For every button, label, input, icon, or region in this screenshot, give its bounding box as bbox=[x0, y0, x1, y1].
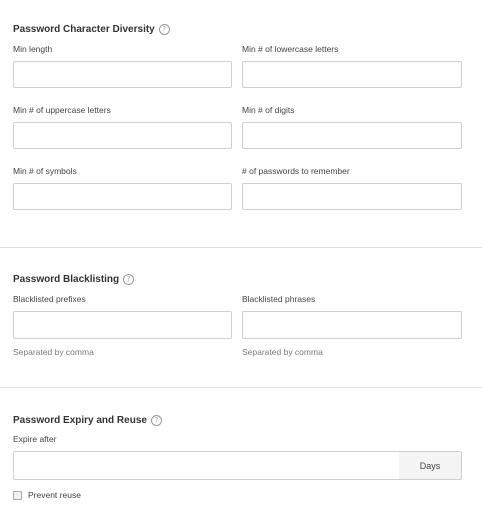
passwords-remember-input[interactable] bbox=[242, 183, 462, 210]
min-symbols-input[interactable] bbox=[13, 183, 232, 210]
min-uppercase-input[interactable] bbox=[13, 122, 232, 149]
question-circle-icon[interactable]: ? bbox=[123, 274, 135, 285]
diversity-title-text: Password Character Diversity bbox=[13, 24, 155, 35]
blacklisted-prefixes-label: Blacklisted prefixes bbox=[13, 294, 86, 304]
min-lowercase-label: Min # of lowercase letters bbox=[242, 44, 339, 54]
min-lowercase-input[interactable] bbox=[242, 61, 462, 88]
min-length-label: Min length bbox=[13, 44, 53, 54]
prevent-reuse-checkbox[interactable] bbox=[13, 490, 22, 500]
expiry-title-text: Password Expiry and Reuse bbox=[13, 415, 147, 426]
blacklisted-phrases-label: Blacklisted phrases bbox=[242, 294, 316, 304]
phrases-hint: Separated by comma bbox=[242, 347, 323, 357]
expire-after-input[interactable] bbox=[13, 451, 400, 480]
blacklisted-phrases-input[interactable] bbox=[242, 311, 462, 339]
blacklisting-section-title: Password Blacklisting ? bbox=[13, 274, 135, 285]
min-length-input[interactable] bbox=[13, 61, 232, 88]
prefixes-hint: Separated by comma bbox=[13, 347, 94, 357]
prevent-reuse-label: Prevent reuse bbox=[28, 490, 81, 500]
min-symbols-label: Min # of symbols bbox=[13, 166, 77, 176]
days-unit-addon: Days bbox=[399, 451, 462, 480]
question-circle-icon[interactable]: ? bbox=[158, 24, 170, 35]
section-divider bbox=[0, 387, 482, 388]
passwords-remember-label: # of passwords to remember bbox=[242, 166, 350, 176]
diversity-section-title: Password Character Diversity ? bbox=[13, 24, 170, 35]
min-digits-input[interactable] bbox=[242, 122, 462, 149]
section-divider bbox=[0, 247, 482, 248]
min-uppercase-label: Min # of uppercase letters bbox=[13, 105, 111, 115]
min-digits-label: Min # of digits bbox=[242, 105, 295, 115]
question-circle-icon[interactable]: ? bbox=[150, 415, 162, 426]
blacklisted-prefixes-input[interactable] bbox=[13, 311, 232, 339]
prevent-reuse-row[interactable]: Prevent reuse bbox=[13, 490, 81, 500]
blacklisting-title-text: Password Blacklisting bbox=[13, 274, 120, 285]
expiry-section-title: Password Expiry and Reuse ? bbox=[13, 415, 162, 426]
expire-after-label: Expire after bbox=[13, 434, 57, 444]
